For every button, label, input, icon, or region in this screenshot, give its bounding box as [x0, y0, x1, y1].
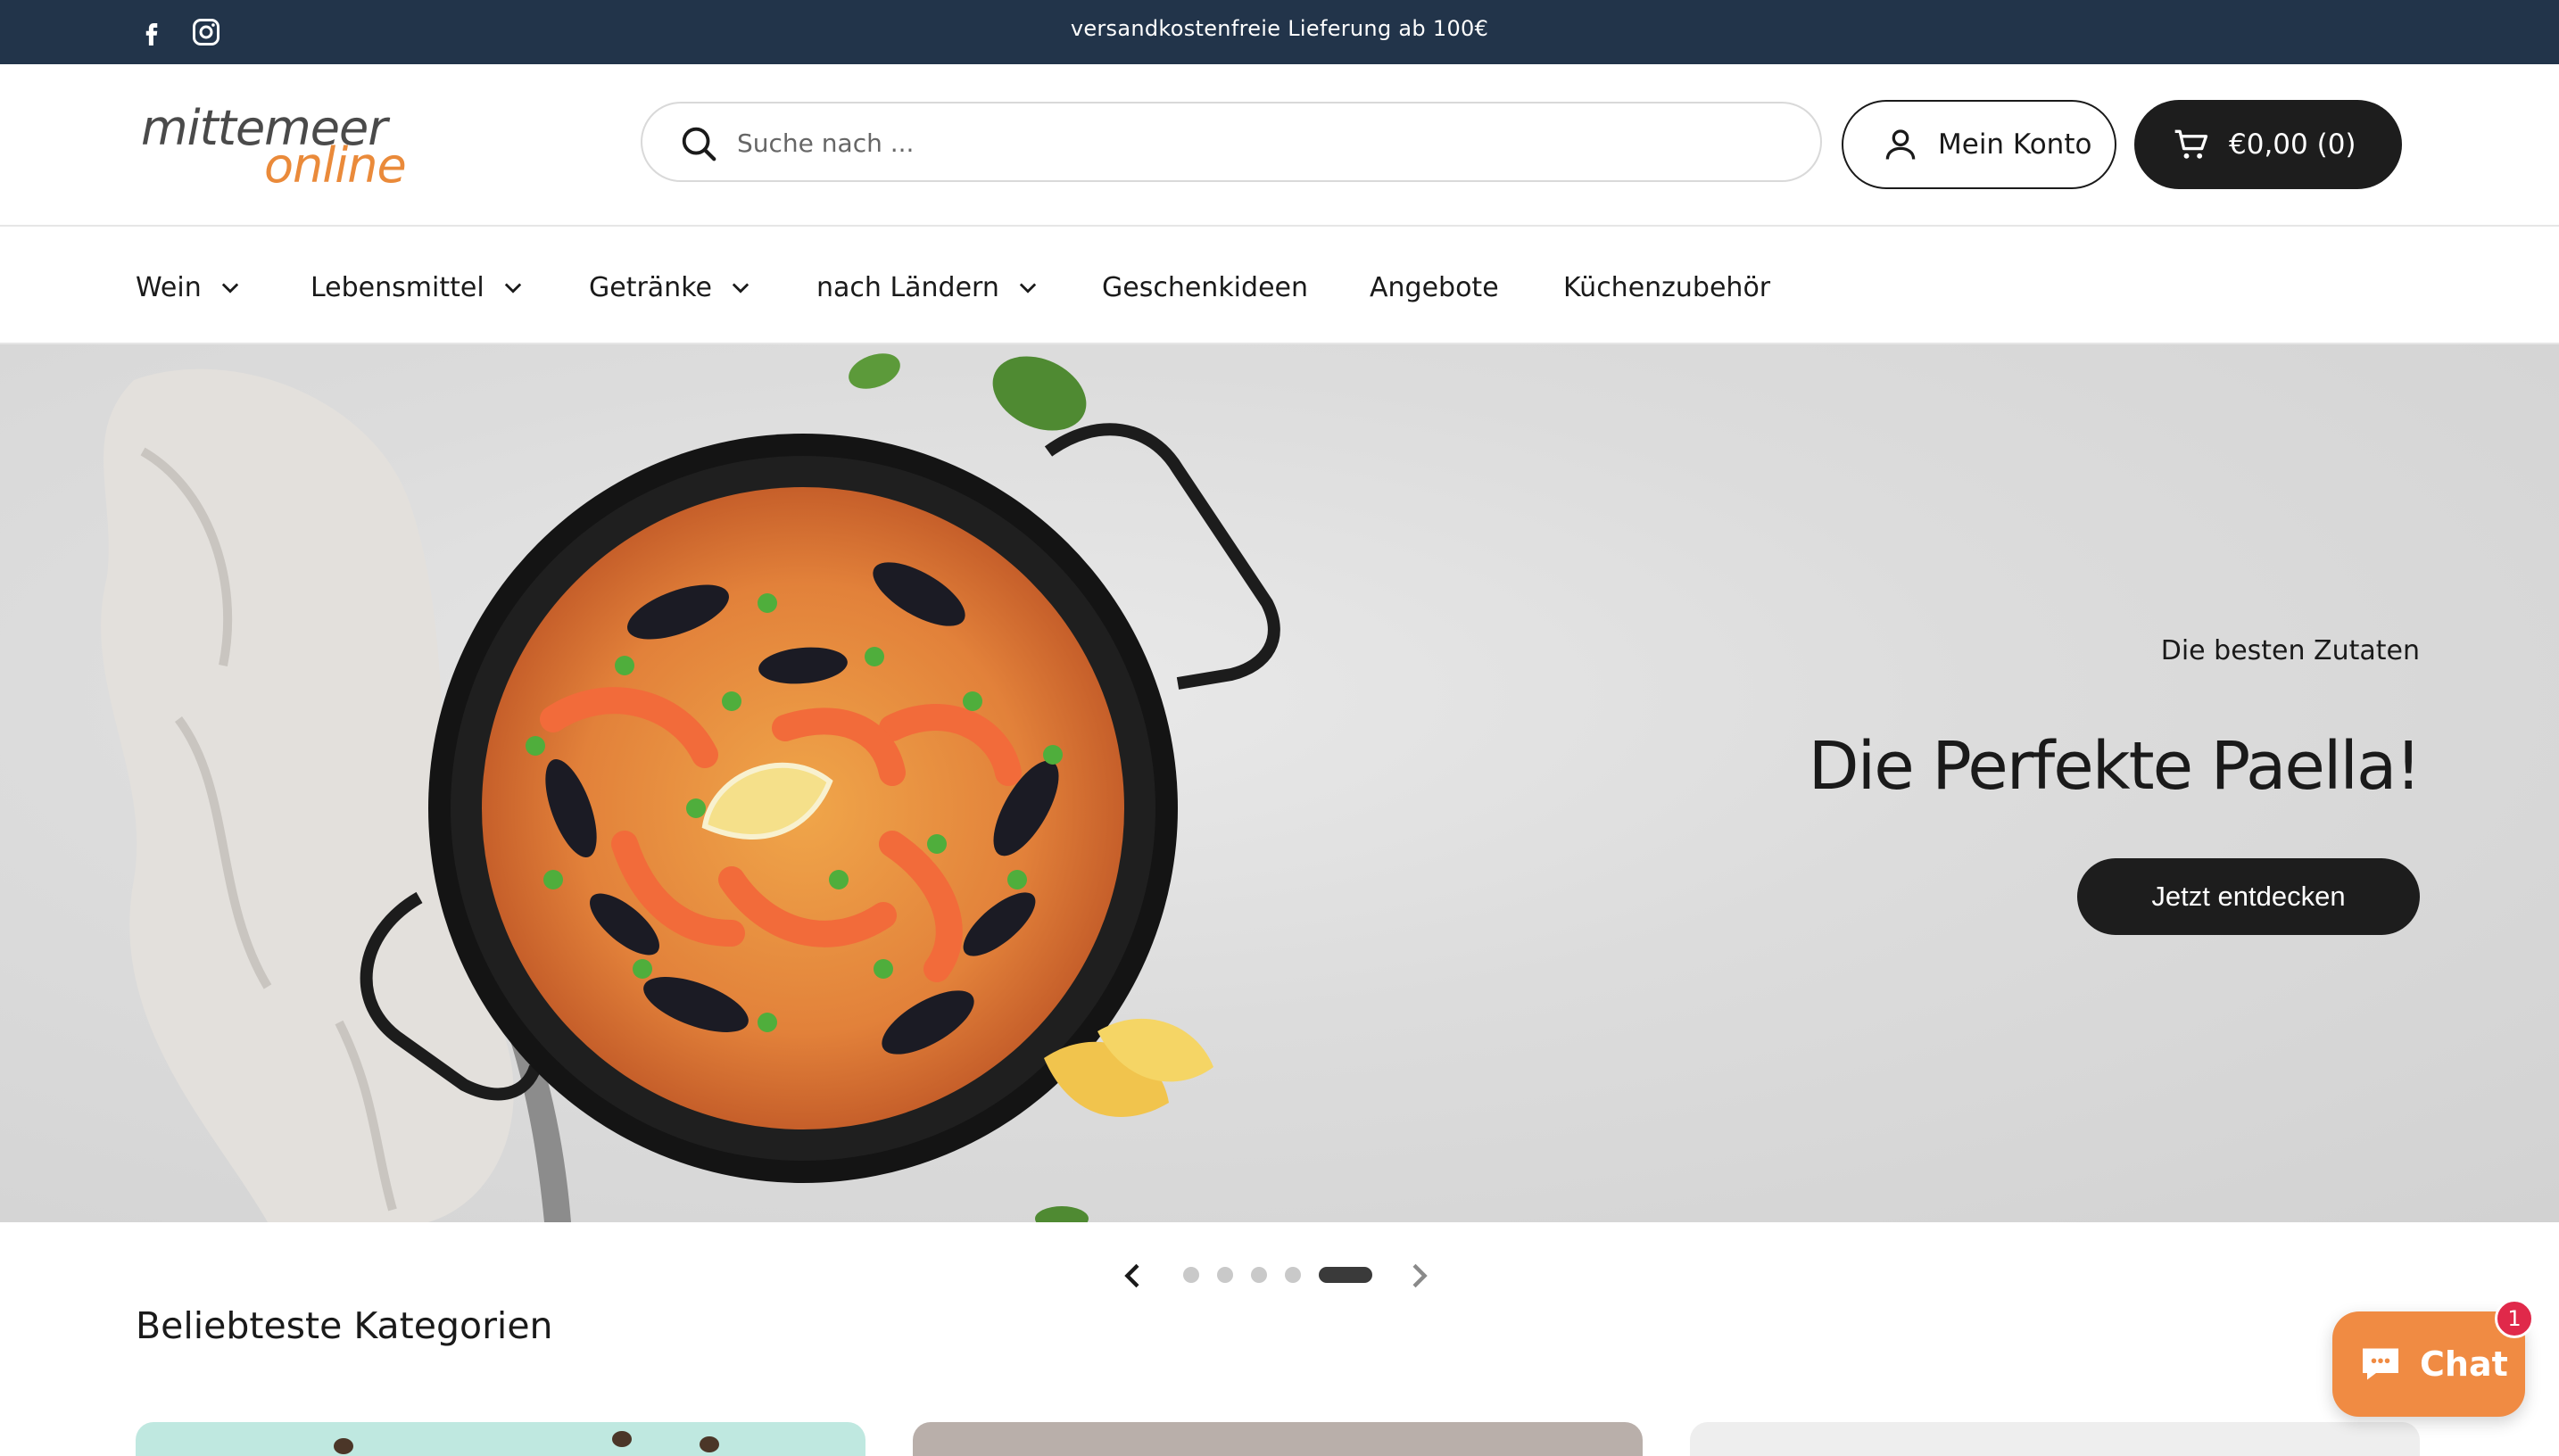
- nav-item-label: Geschenkideen: [1102, 271, 1308, 303]
- nav-item-getraenke[interactable]: Getränke: [589, 262, 753, 312]
- chevron-down-icon: [221, 283, 238, 294]
- category-card[interactable]: [1690, 1422, 2420, 1456]
- nav-item-angebote[interactable]: Angebote: [1370, 262, 1499, 312]
- hero-kicker: Die besten Zutaten: [2160, 635, 2420, 666]
- coffee-bean-image: [612, 1431, 632, 1447]
- account-label: Mein Konto: [1938, 128, 2092, 161]
- slider-next-button[interactable]: [1401, 1258, 1437, 1294]
- chat-label: Chat: [2420, 1344, 2508, 1384]
- nav-item-wein[interactable]: Wein: [136, 262, 243, 312]
- nav-item-label: Lebensmittel: [311, 271, 484, 303]
- cart-total: €0,00 (0): [2229, 128, 2356, 161]
- chevron-down-icon: [732, 283, 749, 294]
- announcement-bar: versandkostenfreie Lieferung ab 100€: [0, 0, 2559, 64]
- main-navigation: Wein Lebensmittel Getränke nach Ländern …: [0, 228, 2559, 344]
- announcement-text: versandkostenfreie Lieferung ab 100€: [1070, 16, 1489, 41]
- categories-heading: Beliebteste Kategorien: [136, 1304, 553, 1347]
- hero-cta-button[interactable]: Jetzt entdecken: [2077, 858, 2420, 935]
- nav-item-lebensmittel[interactable]: Lebensmittel: [311, 262, 526, 312]
- site-header: mittemeer online Mein Konto €0,00 (0): [0, 64, 2559, 227]
- slider-dot[interactable]: [1183, 1267, 1199, 1283]
- chevron-down-icon: [504, 283, 521, 294]
- search-input[interactable]: [737, 116, 1790, 170]
- nav-item-geschenkideen[interactable]: Geschenkideen: [1102, 262, 1308, 312]
- nav-item-label: Wein: [136, 271, 202, 303]
- chevron-right-icon: [1412, 1263, 1428, 1288]
- chat-bubble-icon: [2363, 1348, 2398, 1380]
- account-button[interactable]: Mein Konto: [1842, 100, 2116, 189]
- search-bar[interactable]: [641, 102, 1822, 182]
- chat-widget-button[interactable]: Chat 1: [2332, 1299, 2534, 1417]
- category-card[interactable]: [913, 1422, 1643, 1456]
- user-icon: [1885, 129, 1916, 160]
- slider-dot-active[interactable]: [1319, 1267, 1372, 1283]
- cart-icon: [2174, 129, 2208, 159]
- slider-prev-button[interactable]: [1115, 1258, 1151, 1294]
- logo-text-bottom: online: [264, 137, 407, 194]
- slider-dot[interactable]: [1285, 1267, 1301, 1283]
- slider-controls: [1115, 1249, 1454, 1303]
- search-icon[interactable]: [678, 123, 719, 164]
- slider-dot[interactable]: [1217, 1267, 1233, 1283]
- nav-item-nach-laendern[interactable]: nach Ländern: [816, 262, 1040, 312]
- hero-title: Die Perfekte Paella!: [1808, 728, 2422, 805]
- category-card[interactable]: [136, 1422, 865, 1456]
- slider-dot[interactable]: [1251, 1267, 1267, 1283]
- chevron-down-icon: [1019, 283, 1037, 294]
- coffee-bean-image: [700, 1436, 719, 1452]
- nav-item-label: Getränke: [589, 271, 712, 303]
- paella-image: [101, 353, 1280, 1222]
- nav-item-label: Küchenzubehör: [1563, 271, 1771, 303]
- nav-item-kuechenzubehoer[interactable]: Küchenzubehör: [1563, 262, 1770, 312]
- cart-button[interactable]: €0,00 (0): [2134, 100, 2402, 189]
- chevron-left-icon: [1124, 1263, 1139, 1288]
- coffee-bean-image: [334, 1438, 353, 1454]
- nav-item-label: Angebote: [1370, 271, 1499, 303]
- site-logo[interactable]: mittemeer online: [141, 100, 418, 194]
- chat-notification-badge: 1: [2495, 1299, 2534, 1338]
- hero-banner: Die besten Zutaten Die Perfekte Paella! …: [0, 344, 2559, 1222]
- nav-item-label: nach Ländern: [816, 271, 999, 303]
